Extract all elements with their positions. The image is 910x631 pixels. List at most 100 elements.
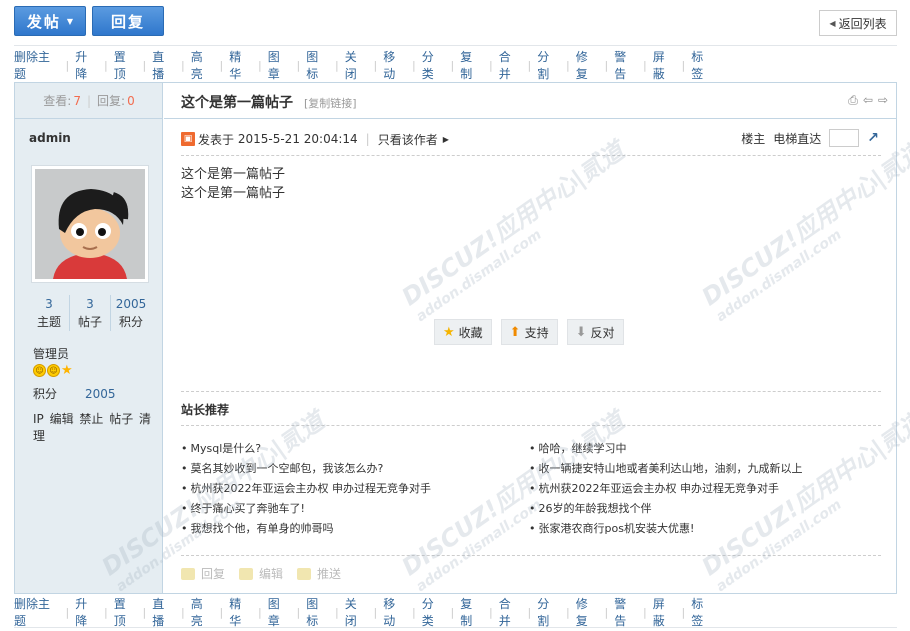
avatar-image (35, 169, 145, 279)
mod-merge[interactable]: 合并 (499, 48, 522, 82)
mod-merge[interactable]: 合并 (499, 595, 522, 629)
mod-category[interactable]: 分类 (422, 48, 445, 82)
mod-move[interactable]: 移动 (383, 595, 406, 629)
mod-ban[interactable]: 屏蔽 (653, 48, 676, 82)
mod-highlight[interactable]: 高亮 (191, 595, 214, 629)
copy-link[interactable]: [复制链接] (304, 95, 357, 111)
back-to-list-label: 返回列表 (838, 16, 887, 31)
author-stat-posts[interactable]: 3 帖子 (69, 295, 110, 331)
mod-ban[interactable]: 屏蔽 (653, 595, 676, 629)
mod-category[interactable]: 分类 (422, 595, 445, 629)
avatar[interactable] (31, 165, 149, 283)
oppose-button[interactable]: ⬇ 反对 (566, 319, 624, 345)
author-stat-credits[interactable]: 2005 积分 (110, 295, 151, 331)
mod-icon[interactable]: 图标 (306, 595, 329, 629)
only-author-link[interactable]: 只看该作者 (378, 131, 438, 148)
chevron-down-icon: ▼ (66, 16, 74, 26)
favorite-button[interactable]: ★ 收藏 (434, 319, 492, 345)
reply-button[interactable]: 回复 (92, 6, 164, 36)
reply-icon (181, 567, 195, 580)
jump-arrow-icon[interactable]: ↗ (867, 130, 879, 146)
mod-repair[interactable]: 修复 (576, 595, 599, 629)
credits-row: 积分 2005 (33, 385, 116, 402)
pencil-icon (239, 567, 254, 580)
mod-delete-thread[interactable]: 删除主题 (14, 595, 60, 629)
mod-digest[interactable]: 精华 (229, 595, 252, 629)
mod-warn[interactable]: 警告 (614, 595, 637, 629)
mod-copy[interactable]: 复制 (460, 48, 483, 82)
mod-highlight[interactable]: 高亮 (191, 48, 214, 82)
mod-warn[interactable]: 警告 (614, 48, 637, 82)
mod-repair[interactable]: 修复 (576, 48, 599, 82)
post-content: 这个是第一篇帖子 这个是第一篇帖子 (181, 165, 285, 203)
push-icon (297, 567, 312, 580)
mod-live[interactable]: 直播 (152, 595, 175, 629)
mod-move[interactable]: 移动 (383, 48, 406, 82)
credits-label: 积分 (33, 387, 58, 401)
recommend-item[interactable]: • Mysql是什么? (181, 439, 431, 459)
previous-thread-icon[interactable]: ⇦ (863, 93, 873, 108)
mod-tag[interactable]: 标签 (691, 48, 714, 82)
recommend-item[interactable]: • 26岁的年龄我想找个伴 (529, 499, 803, 519)
user-group[interactable]: 管理员 (33, 345, 69, 362)
mod-raise-lower[interactable]: 升降 (75, 595, 98, 629)
recommend-item[interactable]: • 终于痛心买了奔驰车了! (181, 499, 431, 519)
recommend-item[interactable]: • 我想找个他，有单身的帅哥吗 (181, 519, 431, 539)
mod-raise-lower[interactable]: 升降 (75, 48, 98, 82)
mod-split[interactable]: 分割 (537, 595, 560, 629)
top-toolbar: 发帖 ▼ 回复 ◀ 返回列表 (14, 6, 897, 40)
post-line: 这个是第一篇帖子 (181, 167, 286, 182)
watermark: DISCUZ!应用中心|贰道 addon.dismall.com (696, 136, 910, 326)
mod-copy[interactable]: 复制 (460, 595, 483, 629)
recommend-item[interactable]: • 张家港农商行pos机安装大优惠! (529, 519, 803, 539)
footer-promote-label: 推送 (317, 567, 342, 581)
mod-icon[interactable]: 图标 (306, 48, 329, 82)
oppose-label: 反对 (590, 325, 615, 340)
author-stat-threads[interactable]: 3 主题 (29, 295, 69, 331)
triangle-left-icon: ◀ (829, 18, 836, 28)
title-row: 这个是第一篇帖子 [复制链接] ⎙ ⇦ ⇨ (164, 83, 896, 119)
admin-tools[interactable]: IP 编辑 禁止 帖子 清理 (33, 410, 162, 444)
recommend-item[interactable]: • 杭州获2022年亚运会主办权 申办过程无竞争对手 (529, 479, 803, 499)
back-to-list-button[interactable]: ◀ 返回列表 (819, 10, 897, 36)
author-name[interactable]: admin (29, 131, 71, 145)
mod-close[interactable]: 关闭 (345, 595, 368, 629)
mod-delete-thread[interactable]: 删除主题 (14, 48, 60, 82)
footer-promote-button[interactable]: 推送 (297, 565, 341, 582)
recommend-item[interactable]: • 哈哈，继续学习中 (529, 439, 803, 459)
recommend-item[interactable]: • 莫名其妙收到一个空邮包，我该怎么办? (181, 459, 431, 479)
new-post-label: 发帖 (26, 12, 61, 31)
recommend-item[interactable]: • 杭州获2022年亚运会主办权 申办过程无竞争对手 (181, 479, 431, 499)
author-stat-value: 3 (86, 297, 94, 311)
avatar-illustration (35, 169, 145, 279)
mod-digest[interactable]: 精华 (229, 48, 252, 82)
floor-nav: 楼主 电梯直达 ↗ (741, 129, 879, 147)
floor-number-input[interactable] (829, 129, 860, 147)
posted-time: 2015-5-21 20:04:14 (237, 132, 358, 146)
mod-stamp[interactable]: 图章 (268, 48, 291, 82)
credits-value: 2005 (85, 387, 116, 401)
divider (14, 45, 897, 46)
author-stat-label: 主题 (36, 315, 61, 329)
recommend-list-right: • 哈哈，继续学习中 • 收一辆捷安特山地或者美利达山地，油刹，九成新以上 • 杭州获… (529, 439, 803, 539)
footer-reply-button[interactable]: 回复 (181, 565, 225, 582)
floor-label: 楼主 (741, 131, 766, 146)
mod-split[interactable]: 分割 (537, 48, 560, 82)
print-icon[interactable]: ⎙ (848, 93, 858, 108)
mod-sticky[interactable]: 置顶 (114, 48, 137, 82)
mod-tag[interactable]: 标签 (691, 595, 714, 629)
posted-prefix: 发表于 (198, 132, 235, 147)
new-post-button[interactable]: 发帖 ▼ (14, 6, 86, 36)
footer-edit-button[interactable]: 编辑 (239, 565, 283, 582)
divider (14, 627, 897, 628)
mod-live[interactable]: 直播 (152, 48, 175, 82)
support-button[interactable]: ⬆ 支持 (500, 319, 558, 345)
next-thread-icon[interactable]: ⇨ (878, 93, 888, 108)
mod-stamp[interactable]: 图章 (268, 595, 291, 629)
recommend-item[interactable]: • 收一辆捷安特山地或者美利达山地，油刹，九成新以上 (529, 459, 803, 479)
mod-close[interactable]: 关闭 (345, 48, 368, 82)
mod-sticky[interactable]: 置顶 (114, 595, 137, 629)
author-stat-label: 帖子 (77, 315, 102, 329)
star-icon: ★ (61, 363, 73, 378)
elevator-label: 电梯直达 (773, 131, 822, 146)
